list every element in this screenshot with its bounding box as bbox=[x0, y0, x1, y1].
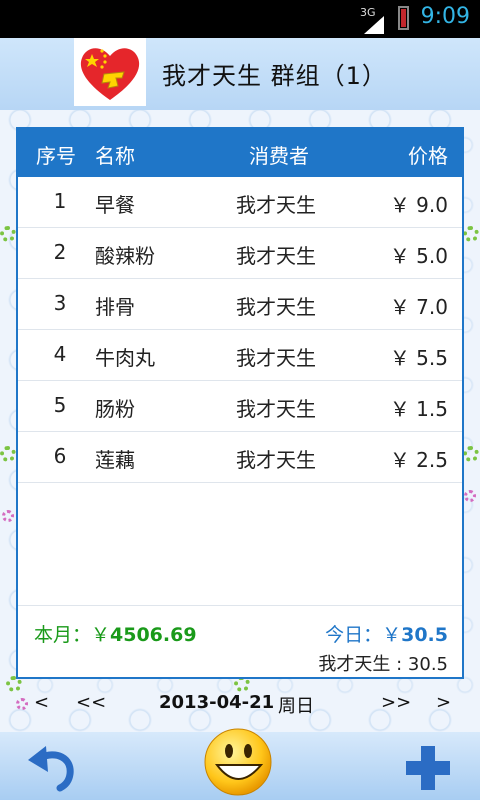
row-price: ￥ 7.0 bbox=[389, 295, 448, 319]
table-row[interactable]: 6 莲藕 我才天生 ￥ 2.5 bbox=[18, 432, 462, 483]
row-name: 牛肉丸 bbox=[95, 346, 155, 370]
month-total-label: 本月：￥ bbox=[34, 624, 111, 646]
gear-decoration-icon bbox=[463, 446, 479, 462]
header-no: 序号 bbox=[36, 144, 76, 168]
prev-day-button[interactable]: < bbox=[34, 692, 49, 713]
row-consumer: 我才天生 bbox=[236, 193, 316, 217]
prev-week-button[interactable]: << bbox=[76, 692, 106, 713]
row-name: 排骨 bbox=[95, 295, 135, 319]
current-weekday: 周日 bbox=[278, 696, 314, 717]
gear-decoration-icon bbox=[0, 446, 16, 462]
gear-decoration-icon bbox=[463, 226, 479, 242]
today-total-value: 30.5 bbox=[401, 624, 448, 646]
table-row[interactable]: 1 早餐 我才天生 ￥ 9.0 bbox=[18, 177, 462, 228]
battery-icon bbox=[398, 6, 409, 30]
row-consumer: 我才天生 bbox=[236, 397, 316, 421]
row-price: ￥ 5.0 bbox=[389, 244, 448, 268]
row-price: ￥ 2.5 bbox=[389, 448, 448, 472]
clock: 9:09 bbox=[420, 4, 470, 29]
next-week-button[interactable]: >> bbox=[381, 692, 411, 713]
table-row[interactable]: 3 排骨 我才天生 ￥ 7.0 bbox=[18, 279, 462, 330]
next-day-button[interactable]: > bbox=[436, 692, 451, 713]
flower-decoration-icon bbox=[464, 490, 476, 502]
summary-footer: 本月：￥4506.69 今日：￥30.5 我才天生 : 30.5 bbox=[18, 605, 462, 678]
row-no: 3 bbox=[53, 291, 67, 315]
row-no: 4 bbox=[53, 342, 67, 366]
flower-decoration-icon bbox=[2, 510, 14, 522]
header-price: 价格 bbox=[408, 144, 448, 168]
expense-table-panel: 序号 名称 消费者 价格 1 早餐 我才天生 ￥ 9.0 2 酸辣粉 我才天生 … bbox=[16, 127, 464, 679]
user-total: 我才天生 : 30.5 bbox=[318, 654, 448, 675]
row-name: 肠粉 bbox=[95, 397, 135, 421]
table-row[interactable]: 5 肠粉 我才天生 ￥ 1.5 bbox=[18, 381, 462, 432]
row-no: 5 bbox=[53, 393, 67, 417]
month-total: 本月：￥4506.69 bbox=[34, 620, 197, 647]
header-name: 名称 bbox=[95, 144, 135, 168]
signal-icon bbox=[364, 16, 384, 34]
row-no: 6 bbox=[53, 444, 67, 468]
row-consumer: 我才天生 bbox=[236, 244, 316, 268]
table-row[interactable]: 2 酸辣粉 我才天生 ￥ 5.0 bbox=[18, 228, 462, 279]
expense-list: 1 早餐 我才天生 ￥ 9.0 2 酸辣粉 我才天生 ￥ 5.0 3 排骨 我才… bbox=[18, 177, 462, 483]
plus-icon[interactable] bbox=[402, 742, 454, 794]
row-no: 1 bbox=[53, 189, 67, 213]
row-no: 2 bbox=[53, 240, 67, 264]
month-total-value: 4506.69 bbox=[110, 624, 197, 646]
today-total-label: 今日：￥ bbox=[325, 624, 402, 646]
heart-flag-icon bbox=[80, 48, 140, 100]
header-consumer: 消费者 bbox=[249, 144, 309, 168]
row-price: ￥ 1.5 bbox=[389, 397, 448, 421]
undo-arrow-icon[interactable] bbox=[26, 742, 78, 792]
date-navigation: < << 2013-04-21 周日 >> > bbox=[0, 692, 480, 720]
row-price: ￥ 9.0 bbox=[389, 193, 448, 217]
table-header: 序号 名称 消费者 价格 bbox=[18, 129, 462, 177]
row-consumer: 我才天生 bbox=[236, 448, 316, 472]
row-name: 早餐 bbox=[95, 193, 135, 217]
row-price: ￥ 5.5 bbox=[389, 346, 448, 370]
status-bar: 3G 9:09 bbox=[0, 0, 480, 38]
row-name: 酸辣粉 bbox=[95, 244, 155, 268]
row-consumer: 我才天生 bbox=[236, 346, 316, 370]
row-consumer: 我才天生 bbox=[236, 295, 316, 319]
smiley-face-icon[interactable] bbox=[203, 727, 273, 797]
group-avatar[interactable] bbox=[74, 38, 146, 106]
row-name: 莲藕 bbox=[95, 448, 135, 472]
today-total: 今日：￥30.5 bbox=[325, 620, 448, 647]
table-row[interactable]: 4 牛肉丸 我才天生 ￥ 5.5 bbox=[18, 330, 462, 381]
gear-decoration-icon bbox=[0, 226, 16, 242]
page-title: 我才天生 群组（1） bbox=[162, 62, 387, 90]
current-date[interactable]: 2013-04-21 bbox=[159, 692, 274, 713]
